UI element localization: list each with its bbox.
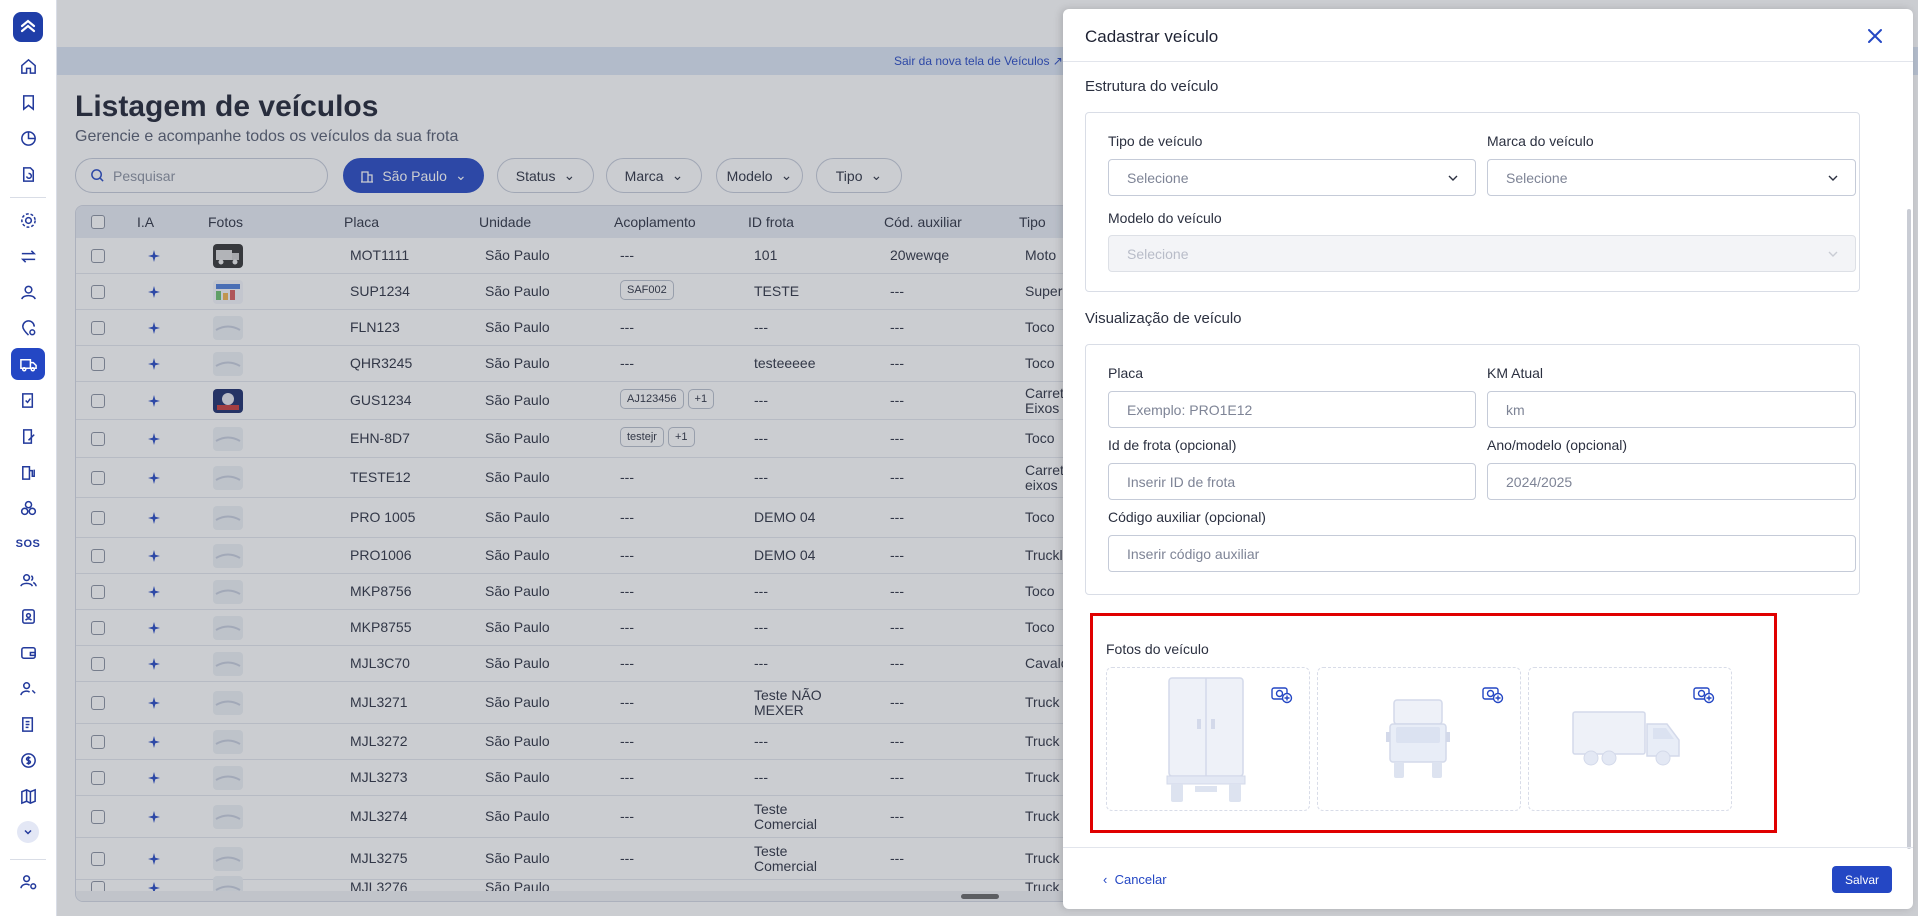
- vehicle-model-select: Selecione: [1108, 235, 1856, 272]
- visual-card: Placa Exemplo: PRO1E12 KM Atual km Id de…: [1085, 344, 1860, 595]
- cancel-button[interactable]: ‹ Cancelar: [1103, 872, 1167, 887]
- drawer-header: Cadastrar veículo: [1063, 9, 1913, 62]
- home-icon[interactable]: [11, 50, 45, 82]
- structure-card: Tipo de veículo Selecione Marca do veícu…: [1085, 112, 1860, 292]
- vehicle-type-select[interactable]: Selecione: [1108, 159, 1476, 196]
- chevron-down-icon[interactable]: [17, 821, 39, 843]
- map-icon[interactable]: [11, 780, 45, 812]
- photo-slot-front[interactable]: [1317, 667, 1521, 811]
- chevron-down-icon: [1828, 175, 1838, 181]
- location-gear-icon[interactable]: [11, 312, 45, 344]
- visual-section-title: Visualização de veículo: [1085, 310, 1242, 327]
- camera-add-icon[interactable]: [1482, 684, 1504, 704]
- user-icon[interactable]: [11, 276, 45, 308]
- structure-section-title: Estrutura do veículo: [1085, 78, 1219, 95]
- user-key-icon[interactable]: [11, 672, 45, 704]
- truck-front-icon: [1386, 699, 1450, 778]
- plate-label: Placa: [1108, 365, 1144, 381]
- aux-code-label: Código auxiliar (opcional): [1108, 509, 1266, 525]
- drawer-scrollbar[interactable]: [1907, 209, 1911, 849]
- bookmark-icon[interactable]: [11, 86, 45, 118]
- pie-chart-icon[interactable]: [11, 122, 45, 154]
- truck-icon[interactable]: [11, 348, 45, 380]
- close-icon[interactable]: [1864, 25, 1886, 47]
- transfer-arrows-icon[interactable]: [11, 240, 45, 272]
- truck-back-icon: [1166, 677, 1246, 802]
- photos-section-title: Fotos do veículo: [1106, 641, 1209, 657]
- sos-icon[interactable]: SOS: [11, 528, 45, 560]
- photo-slot-side[interactable]: [1528, 667, 1732, 811]
- document-edit-icon[interactable]: [11, 420, 45, 452]
- sidebar-divider: [10, 859, 46, 860]
- user-settings-icon[interactable]: [11, 866, 45, 898]
- contract-icon[interactable]: [11, 708, 45, 740]
- drawer-footer: ‹ Cancelar Salvar: [1063, 847, 1913, 909]
- sidebar-divider: [10, 197, 46, 198]
- checklist-icon[interactable]: [11, 384, 45, 416]
- app: SOS Sair da nova tela de Veículos ↗ List…: [0, 0, 1918, 916]
- users-icon[interactable]: [11, 564, 45, 596]
- photo-slot-back[interactable]: [1106, 667, 1310, 811]
- chevron-down-icon: [1828, 251, 1838, 257]
- truck-side-icon: [1572, 711, 1680, 766]
- save-button[interactable]: Salvar: [1832, 866, 1892, 893]
- vehicle-type-label: Tipo de veículo: [1108, 133, 1203, 149]
- fleet-id-label: Id de frota (opcional): [1108, 437, 1237, 453]
- id-badge-icon[interactable]: [11, 600, 45, 632]
- year-model-label: Ano/modelo (opcional): [1487, 437, 1628, 453]
- drawer-title: Cadastrar veículo: [1085, 27, 1219, 46]
- dollar-icon[interactable]: [11, 744, 45, 776]
- vehicle-brand-label: Marca do veículo: [1487, 133, 1594, 149]
- vehicle-model-label: Modelo do veículo: [1108, 210, 1222, 226]
- fleet-id-input[interactable]: Inserir ID de frota: [1108, 463, 1476, 500]
- fuel-pump-icon[interactable]: [11, 456, 45, 488]
- document-refresh-icon[interactable]: [11, 158, 45, 190]
- register-vehicle-drawer: Cadastrar veículo Estrutura do veículo T…: [1063, 9, 1913, 909]
- logo-icon[interactable]: [13, 12, 43, 42]
- camera-add-icon[interactable]: [1271, 684, 1293, 704]
- km-input[interactable]: km: [1487, 391, 1856, 428]
- year-model-input[interactable]: 2024/2025: [1487, 463, 1856, 500]
- vehicle-brand-select[interactable]: Selecione: [1487, 159, 1856, 196]
- sidebar: SOS: [0, 0, 57, 916]
- gear-icon[interactable]: [11, 204, 45, 236]
- chevron-left-icon: ‹: [1103, 872, 1108, 887]
- camera-add-icon[interactable]: [1693, 684, 1715, 704]
- tires-icon[interactable]: [11, 492, 45, 524]
- aux-code-input[interactable]: Inserir código auxiliar: [1108, 535, 1856, 572]
- km-label: KM Atual: [1487, 365, 1544, 381]
- wallet-icon[interactable]: [11, 636, 45, 668]
- chevron-down-icon: [1448, 175, 1458, 181]
- plate-input[interactable]: Exemplo: PRO1E12: [1108, 391, 1476, 428]
